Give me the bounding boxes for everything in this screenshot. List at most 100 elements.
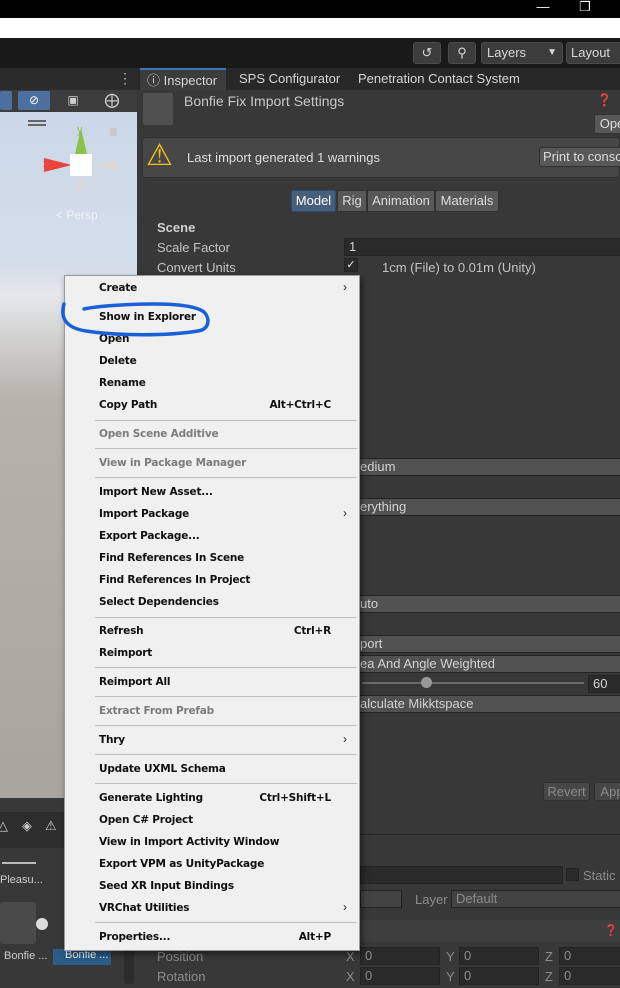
menu-item-open-csharp-project[interactable]: Open C# Project xyxy=(99,810,349,830)
tab-label: Inspector xyxy=(163,73,218,88)
layout-dropdown[interactable]: Layout xyxy=(566,42,620,64)
selected-project-item[interactable]: Bonfie ... xyxy=(53,949,111,965)
menu-item-properties[interactable]: Properties... Alt+P xyxy=(99,927,349,947)
restore-icon[interactable]: ❐ xyxy=(570,0,600,18)
menu-item-create[interactable]: Create xyxy=(99,278,349,298)
chevron-right-icon: › xyxy=(343,506,347,520)
slider-handle[interactable] xyxy=(421,677,432,688)
perspective-label[interactable]: < Persp xyxy=(56,208,98,222)
dropdown-field[interactable]: uto xyxy=(355,595,620,613)
menu-item-refresh[interactable]: Refresh Ctrl+R xyxy=(99,621,349,641)
tab-model[interactable]: Model xyxy=(291,190,336,212)
menu-item-view-in-import-activity-window[interactable]: View in Import Activity Window xyxy=(99,832,349,852)
menu-item-update-uxml-schema[interactable]: Update UXML Schema xyxy=(99,759,349,779)
tab-penetration-contact-system[interactable]: Penetration Contact System xyxy=(358,68,520,90)
project-item-label[interactable]: Bonfie ... xyxy=(4,950,47,962)
menu-item-find-references-in-project[interactable]: Find References In Project xyxy=(99,570,349,590)
menu-item-find-references-in-scene[interactable]: Find References In Scene xyxy=(99,548,349,568)
asset-thumbnail[interactable] xyxy=(0,902,36,944)
menu-item-delete[interactable]: Delete xyxy=(99,351,349,371)
dropdown-field[interactable]: port xyxy=(355,635,620,653)
rotation-label: Rotation xyxy=(157,969,206,984)
tab-inspector[interactable]: ⓘ Inspector xyxy=(140,68,226,90)
dropdown-field[interactable]: alculate Mikktspace xyxy=(355,695,620,713)
axis-x-label: x xyxy=(43,158,49,170)
convert-units-note: 1cm (File) to 0.01m (Unity) xyxy=(382,260,536,275)
tab-sps-configurator[interactable]: SPS Configurator xyxy=(239,68,340,90)
scene-toggle-button[interactable] xyxy=(0,91,12,110)
name-field[interactable] xyxy=(360,866,563,884)
rotation-x-field[interactable]: 0 xyxy=(360,967,440,985)
layers-dropdown[interactable]: Layers ▼ xyxy=(481,42,563,64)
apply-button[interactable]: App xyxy=(594,782,620,801)
more-options-icon[interactable]: ⋮ xyxy=(118,70,132,87)
dropdown-field[interactable]: erything xyxy=(355,498,620,516)
tab-rig[interactable]: Rig xyxy=(337,190,367,212)
static-checkbox[interactable] xyxy=(566,868,579,881)
menu-separator xyxy=(95,448,357,449)
minimize-icon[interactable]: — xyxy=(528,0,558,18)
orientation-gizmo[interactable] xyxy=(40,122,130,202)
tab-animation[interactable]: Animation xyxy=(367,190,435,212)
menu-item-label: Properties... xyxy=(99,931,171,943)
position-y-field[interactable]: 0 xyxy=(459,947,539,965)
project-item-label[interactable]: Pleasu... xyxy=(0,874,43,886)
help-icon[interactable]: ❓ xyxy=(597,93,612,107)
menu-item-select-dependencies[interactable]: Select Dependencies xyxy=(99,592,349,612)
menu-item-label: Delete xyxy=(99,355,137,367)
menu-item-label: Select Dependencies xyxy=(99,596,219,608)
help-icon[interactable]: ❓ xyxy=(604,924,618,937)
menu-item-seed-xr-input-bindings[interactable]: Seed XR Input Bindings xyxy=(99,876,349,896)
menu-item-rename[interactable]: Rename xyxy=(99,373,349,393)
position-x-field[interactable]: 0 xyxy=(360,947,440,965)
menu-item-import-new-asset[interactable]: Import New Asset... xyxy=(99,482,349,502)
menu-item-label: Export Package... xyxy=(99,530,200,542)
menu-item-export-package[interactable]: Export Package... xyxy=(99,526,349,546)
warning-text: Last import generated 1 warnings xyxy=(187,150,380,165)
inspector-title: Bonfie Fix Import Settings xyxy=(184,93,345,109)
print-to-console-button[interactable]: Print to conso xyxy=(539,147,620,167)
menu-item-reimport[interactable]: Reimport xyxy=(99,643,349,663)
convert-units-checkbox[interactable]: ✓ xyxy=(344,258,358,272)
open-button[interactable]: Ope xyxy=(594,114,620,134)
position-z-field[interactable]: 0 xyxy=(559,947,620,965)
camera-icon[interactable]: ▣ xyxy=(56,91,90,110)
tab-materials[interactable]: Materials xyxy=(435,190,499,212)
play-icon[interactable] xyxy=(36,918,48,930)
slider-value-field[interactable]: 60 xyxy=(588,675,620,693)
history-icon[interactable]: ↺ xyxy=(413,42,441,64)
menu-separator xyxy=(95,617,357,618)
gizmo-icon[interactable]: ⨁ xyxy=(94,91,130,110)
menu-separator xyxy=(95,667,357,668)
chevron-right-icon: › xyxy=(343,900,347,914)
menu-item-label: Export VPM as UnityPackage xyxy=(99,858,265,870)
rotation-z-field[interactable]: 0 xyxy=(559,967,620,985)
menu-item-vrchat-utilities[interactable]: VRChat Utilities xyxy=(99,898,349,918)
dropdown-field[interactable]: edium xyxy=(355,458,620,476)
layers-label: Layers xyxy=(487,45,527,60)
menu-item-reimport-all[interactable]: Reimport All xyxy=(99,672,349,692)
tag-icon[interactable]: ◈ xyxy=(22,818,32,834)
menu-item-label: Copy Path xyxy=(99,399,158,411)
layer-dropdown[interactable]: Default xyxy=(451,890,620,908)
dropdown-field[interactable]: ea And Angle Weighted xyxy=(355,655,620,673)
menu-item-label: Import Package xyxy=(99,508,190,520)
revert-button[interactable]: Revert xyxy=(543,782,590,801)
slider-track[interactable] xyxy=(362,682,584,684)
menu-item-import-package[interactable]: Import Package xyxy=(99,504,349,524)
menu-item-export-vpm-as-unitypackage[interactable]: Export VPM as UnityPackage xyxy=(99,854,349,874)
menu-item-label: Create xyxy=(99,282,138,294)
context-menu: Create › Show in Explorer Open Delete Re… xyxy=(64,275,360,951)
menu-item-extract-from-prefab: Extract From Prefab xyxy=(99,701,349,721)
menu-item-copy-path[interactable]: Copy Path Alt+Ctrl+C xyxy=(99,395,349,415)
warning-filter-icon[interactable]: ⚠ xyxy=(45,818,57,834)
tag-dropdown[interactable] xyxy=(360,890,402,908)
hidden-visibility-icon[interactable]: ⊘ xyxy=(18,91,50,110)
scale-factor-field[interactable]: 1 xyxy=(344,238,620,256)
menu-item-thry[interactable]: Thry xyxy=(99,730,349,750)
rotation-y-field[interactable]: 0 xyxy=(459,967,539,985)
search-icon[interactable]: ⚲ xyxy=(448,42,476,64)
menu-shortcut: Alt+Ctrl+C xyxy=(269,399,331,411)
filter-icon[interactable]: △ xyxy=(0,818,8,834)
menu-item-generate-lighting[interactable]: Generate Lighting Ctrl+Shift+L xyxy=(99,788,349,808)
